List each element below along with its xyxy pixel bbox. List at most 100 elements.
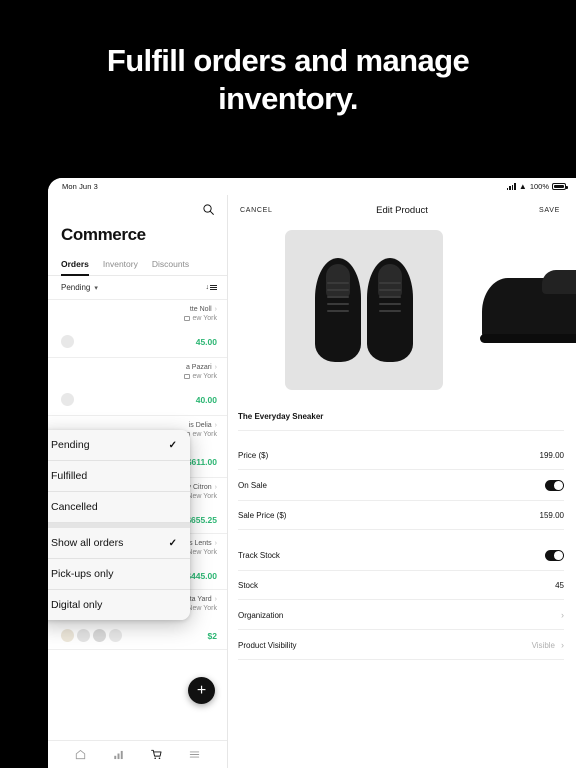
chevron-right-icon: › [214, 306, 217, 313]
field-organization[interactable]: Organization › [238, 600, 564, 630]
status-filter-menu[interactable]: Pending ✓ Fulfilled Cancelled Show all o… [48, 430, 190, 620]
order-location: New York [187, 493, 217, 500]
order-price: $2 [207, 630, 217, 641]
order-price: $655.25 [186, 514, 217, 525]
order-price: 40.00 [195, 394, 217, 405]
cancel-button[interactable]: CANCEL [240, 207, 273, 214]
menu-item-fulfilled[interactable]: Fulfilled [48, 461, 190, 492]
tab-bar: Orders Inventory Discounts [48, 245, 227, 276]
product-image-gallery[interactable] [228, 224, 576, 390]
order-list[interactable]: tte Noll › ew York 45.00 a Pazari › ew Y… [48, 300, 227, 740]
product-image-side-view[interactable] [456, 230, 576, 390]
orders-pane: Commerce Orders Inventory Discounts Pend… [48, 195, 228, 768]
status-filter-dropdown[interactable]: Pending ▾ [61, 283, 98, 292]
field-stock[interactable]: Stock 45 [238, 571, 564, 600]
tab-orders[interactable]: Orders [61, 259, 89, 276]
menu-item-label: Cancelled [51, 501, 98, 513]
chevron-right-icon: › [561, 640, 564, 650]
field-value: 45 [555, 581, 564, 590]
list-item[interactable]: tte Noll › ew York 45.00 [48, 300, 227, 358]
status-bar-time: Mon Jun 3 [62, 182, 98, 191]
field-label: On Sale [238, 481, 267, 490]
order-location: ew York [192, 373, 217, 380]
order-location: New York [187, 605, 217, 612]
list-lines-icon [210, 284, 217, 291]
marketing-headline: Fulfill orders and manage inventory. [106, 43, 470, 116]
field-label: Organization [238, 610, 284, 620]
menu-item-digital-only[interactable]: Digital only [48, 590, 190, 620]
chevron-right-icon: › [214, 364, 217, 371]
home-icon[interactable] [74, 748, 87, 761]
wifi-icon: ▲ [518, 181, 527, 191]
field-label: Product Visibility [238, 640, 297, 650]
menu-item-label: Fulfilled [51, 470, 88, 482]
order-location: ew York [192, 315, 217, 322]
menu-item-cancelled[interactable]: Cancelled [48, 492, 190, 523]
menu-hamburger-icon[interactable] [188, 748, 201, 761]
analytics-bar-chart-icon[interactable] [112, 748, 125, 761]
field-on-sale[interactable]: On Sale [238, 470, 564, 501]
edit-product-pane: CANCEL Edit Product SAVE The Everyday Sn… [228, 195, 576, 768]
field-value: 199.00 [539, 451, 564, 460]
tab-inventory[interactable]: Inventory [103, 259, 138, 275]
screenshot-stage: Fulfill orders and manage inventory. Mon… [0, 0, 576, 768]
edit-product-title: Edit Product [376, 205, 428, 216]
add-order-button[interactable]: + [188, 677, 215, 704]
sneaker-right-shape [367, 258, 413, 362]
field-track-stock[interactable]: Track Stock [238, 540, 564, 571]
track-stock-toggle[interactable] [545, 550, 564, 561]
menu-item-show-all-orders[interactable]: Show all orders ✓ [48, 528, 190, 559]
field-price[interactable]: Price ($) 199.00 [238, 441, 564, 470]
field-sale-price[interactable]: Sale Price ($) 159.00 [238, 501, 564, 530]
field-value: 159.00 [539, 511, 564, 520]
location-icon [183, 374, 190, 379]
menu-item-pending[interactable]: Pending ✓ [48, 430, 190, 461]
field-value: Visible [531, 640, 555, 650]
sort-list-icon[interactable]: ↓ [205, 284, 217, 291]
down-arrow-icon: ↓ [205, 284, 210, 291]
chevron-right-icon: › [214, 422, 217, 429]
search-icon [203, 204, 214, 215]
field-label: Stock [238, 581, 259, 590]
order-price: $611.00 [186, 456, 217, 467]
filter-bar: Pending ▾ ↓ [48, 276, 227, 300]
bottom-nav-bar [48, 740, 227, 768]
order-customer: tte Noll [189, 306, 212, 313]
order-customer: a Pazari [185, 364, 212, 371]
status-bar-indicators: ▲ 100% [506, 181, 568, 191]
field-label: Price ($) [238, 451, 269, 460]
on-sale-toggle[interactable] [545, 480, 564, 491]
menu-item-label: Pending [51, 439, 90, 451]
shopping-cart-icon[interactable] [150, 748, 163, 761]
page-title: Commerce [61, 225, 146, 244]
edit-product-header: CANCEL Edit Product SAVE [228, 195, 576, 224]
list-item[interactable]: a Pazari › ew York 40.00 [48, 358, 227, 416]
order-price: $445.00 [186, 570, 217, 581]
battery-percent-label: 100% [529, 182, 549, 191]
field-label: Sale Price ($) [238, 511, 287, 520]
chevron-right-icon: › [214, 596, 217, 603]
field-label: Track Stock [238, 551, 280, 560]
status-filter-label: Pending [61, 283, 91, 292]
order-price: 45.00 [195, 336, 217, 347]
menu-item-label: Show all orders [51, 537, 124, 549]
save-button[interactable]: SAVE [539, 207, 560, 214]
tab-discounts[interactable]: Discounts [152, 259, 189, 275]
order-location: ew York [192, 431, 217, 438]
order-customer: is Delia [188, 422, 212, 429]
check-icon: ✓ [168, 439, 177, 451]
order-location: New York [187, 549, 217, 556]
menu-item-pickups-only[interactable]: Pick-ups only [48, 559, 190, 590]
battery-icon [552, 183, 568, 190]
field-product-visibility[interactable]: Product Visibility Visible › [238, 630, 564, 660]
order-thumbnails [61, 629, 122, 642]
product-name: The Everyday Sneaker [238, 390, 564, 431]
product-image-top-view[interactable] [285, 230, 443, 390]
chevron-right-icon: › [561, 610, 564, 620]
location-icon [183, 316, 190, 321]
status-bar: Mon Jun 3 ▲ 100% [48, 178, 576, 195]
split-view: Commerce Orders Inventory Discounts Pend… [48, 195, 576, 768]
chevron-down-icon: ▾ [94, 284, 98, 292]
cellular-signal-icon [506, 183, 516, 190]
search-button[interactable] [48, 195, 227, 216]
